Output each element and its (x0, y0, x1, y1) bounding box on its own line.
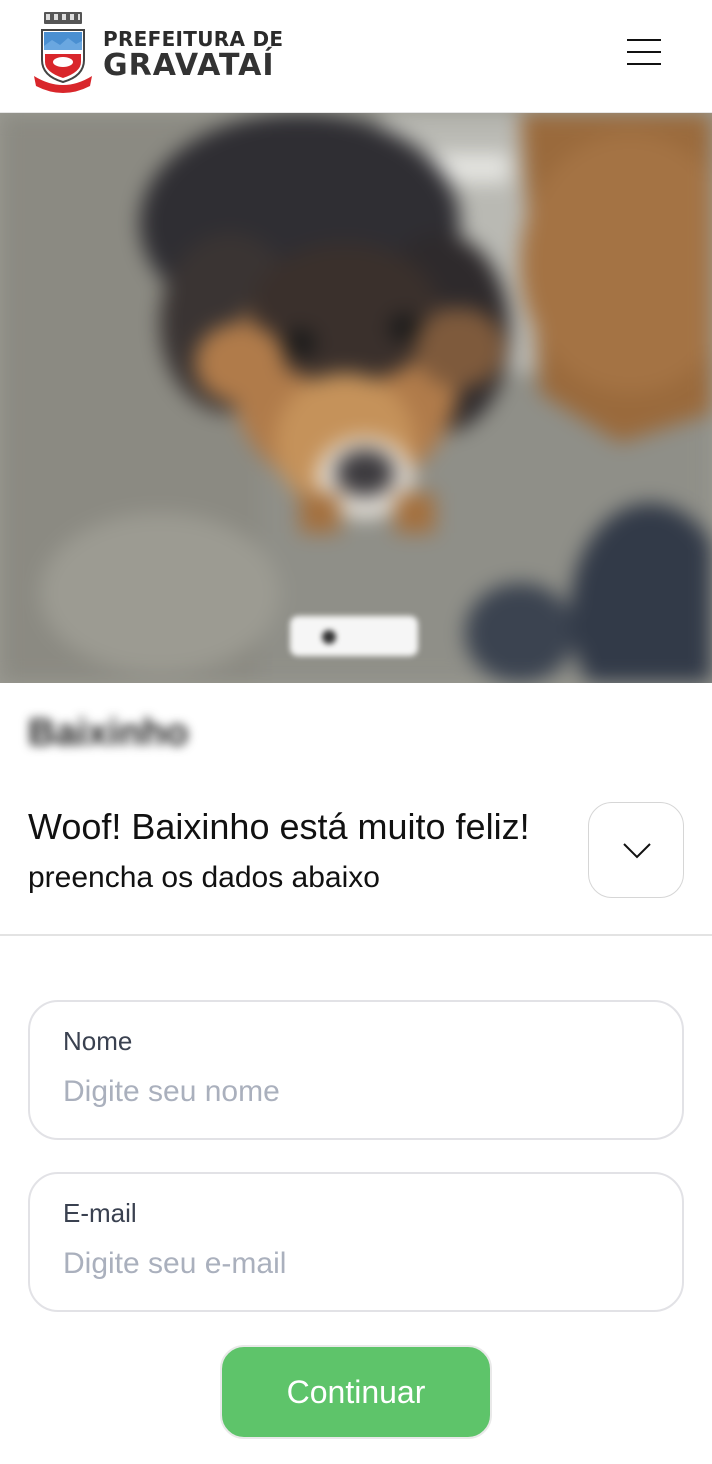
email-field[interactable]: E-mail (28, 1172, 684, 1312)
carousel-pager (290, 616, 418, 656)
name-label: Nome (63, 1026, 133, 1056)
chevron-down-icon (623, 843, 651, 859)
email-label: E-mail (63, 1198, 137, 1228)
city-crest-icon (34, 12, 92, 93)
expand-toggle-button[interactable] (588, 802, 684, 898)
name-field[interactable]: Nome (28, 1000, 684, 1140)
pet-photo-carousel[interactable] (0, 113, 712, 683)
brand-wordmark: PREFEITURA DE GRAVATAÍ (103, 28, 283, 82)
name-input[interactable] (63, 1072, 653, 1112)
pet-name-heading: Baixinho (28, 712, 189, 754)
section-divider (0, 934, 712, 936)
brand-line-2: GRAVATAÍ (103, 48, 275, 83)
hamburger-menu-icon[interactable] (618, 30, 670, 74)
continue-button[interactable]: Continuar (220, 1345, 492, 1439)
top-header: PREFEITURA DE GRAVATAÍ (0, 0, 712, 113)
brand-line-1: PREFEITURA DE (103, 27, 284, 51)
carousel-dot-active[interactable] (322, 630, 336, 644)
pet-photo (0, 113, 712, 683)
status-headline: Woof! Baixinho está muito feliz! (28, 806, 530, 847)
email-input[interactable] (63, 1244, 653, 1284)
status-subline: preencha os dados abaixo (28, 861, 380, 894)
